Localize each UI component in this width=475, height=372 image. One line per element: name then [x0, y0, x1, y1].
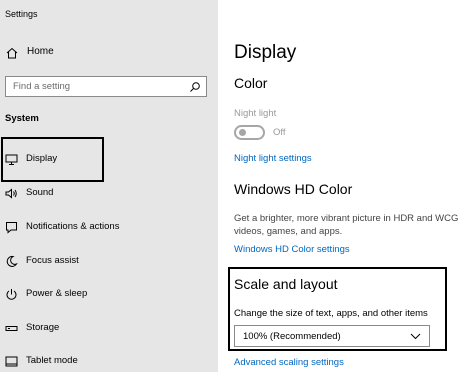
moon-icon: [6, 255, 18, 267]
selection-highlight-box: [1, 137, 104, 182]
hd-color-heading: Windows HD Color: [234, 181, 353, 197]
sidebar-item-storage[interactable]: Storage: [0, 314, 218, 344]
section-header: System: [5, 113, 39, 124]
notification-icon: [6, 222, 17, 234]
page-title: Display: [234, 42, 297, 63]
search-input[interactable]: Find a setting: [5, 76, 207, 97]
sidebar-item-label: Focus assist: [26, 255, 79, 266]
sidebar-item-tablet-mode[interactable]: Tablet mode: [0, 347, 218, 372]
sidebar-item-label: Notifications & actions: [26, 221, 120, 232]
night-light-label: Night light: [234, 108, 277, 119]
search-placeholder: Find a setting: [13, 81, 71, 92]
night-light-settings-link[interactable]: Night light settings: [234, 153, 312, 164]
sidebar-item-label: Home: [27, 46, 54, 57]
night-light-toggle[interactable]: [234, 125, 265, 140]
advanced-scaling-link[interactable]: Advanced scaling settings: [234, 357, 344, 368]
color-heading: Color: [234, 75, 268, 91]
sidebar-item-label: Sound: [26, 187, 54, 198]
sidebar-item-power-sleep[interactable]: Power & sleep: [0, 280, 218, 310]
sidebar-item-label: Tablet mode: [26, 355, 78, 366]
scale-highlight-box: [228, 267, 447, 351]
sidebar: Settings Home Find a setting System Disp…: [0, 0, 218, 372]
sidebar-item-sound[interactable]: Sound: [0, 179, 218, 209]
search-icon: [190, 82, 200, 92]
speaker-icon: [5, 188, 17, 199]
sidebar-item-label: Storage: [26, 322, 60, 333]
window-title: Settings: [5, 9, 38, 19]
home-icon: [6, 47, 18, 59]
sidebar-item-home[interactable]: Home: [0, 40, 218, 66]
night-light-state: Off: [273, 127, 286, 138]
power-icon: [6, 289, 17, 300]
hd-color-settings-link[interactable]: Windows HD Color settings: [234, 244, 350, 255]
sidebar-item-notifications[interactable]: Notifications & actions: [0, 213, 218, 243]
storage-icon: [5, 326, 18, 331]
hd-color-description: Get a brighter, more vibrant picture in …: [234, 213, 459, 237]
toggle-knob: [239, 129, 246, 136]
tablet-icon: [5, 356, 18, 367]
sidebar-item-focus-assist[interactable]: Focus assist: [0, 247, 218, 277]
sidebar-item-label: Power & sleep: [26, 288, 88, 299]
